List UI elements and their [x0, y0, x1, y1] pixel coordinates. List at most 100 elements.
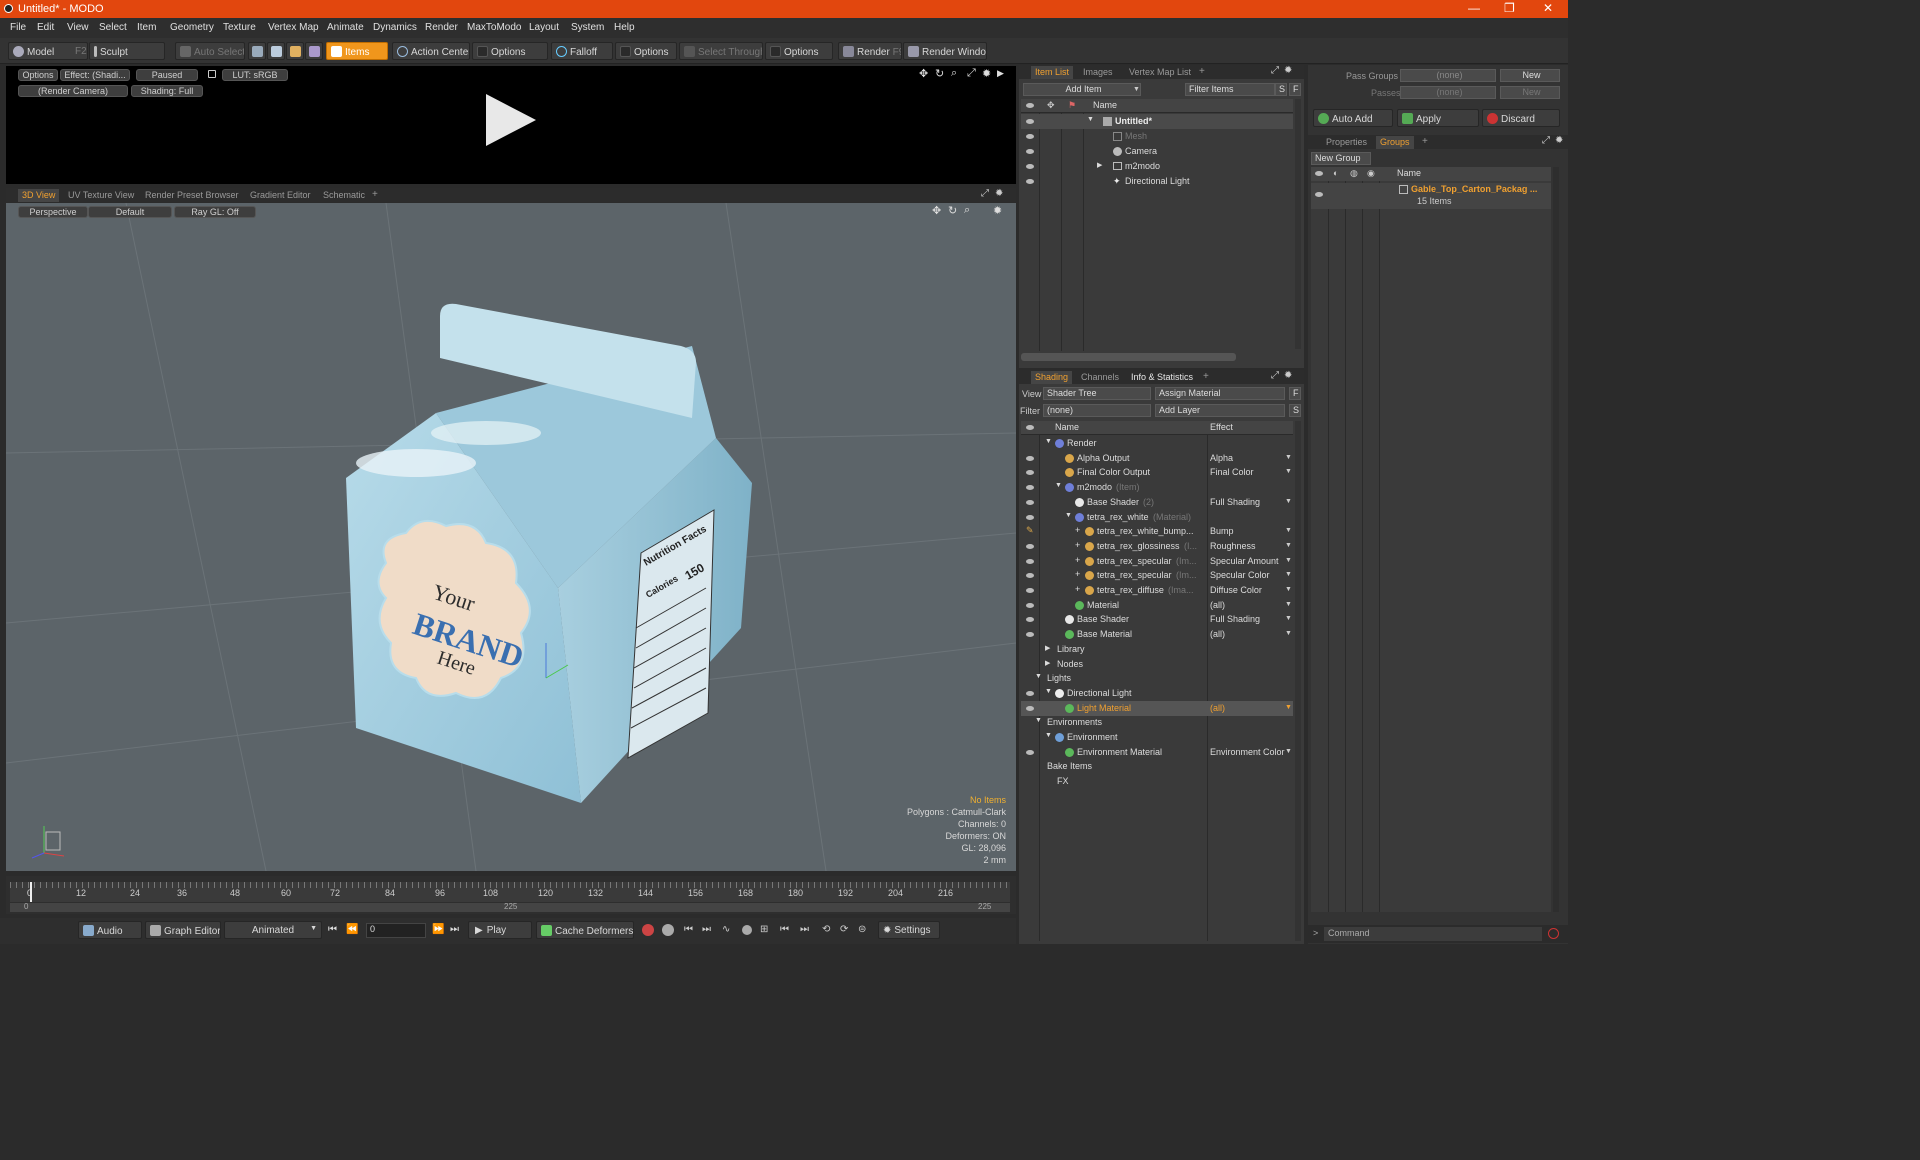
animated-dropdown[interactable]: Animated ▼ — [224, 921, 322, 939]
key-icon[interactable] — [642, 924, 654, 936]
gear-icon[interactable]: ✹ — [1284, 65, 1292, 76]
chevron-down-icon[interactable]: ▼ — [1285, 498, 1292, 505]
apply-button[interactable]: Apply — [1397, 109, 1479, 127]
preview-paused-button[interactable]: Paused — [136, 69, 198, 81]
preview-effect-dropdown[interactable]: Effect: (Shadi... — [60, 69, 130, 81]
chevron-down-icon[interactable]: ▼ — [1285, 704, 1292, 711]
frame-input[interactable]: 0 — [366, 923, 426, 938]
loop-icon[interactable]: ⟲ — [822, 924, 830, 935]
menu-item[interactable]: Item — [137, 22, 156, 33]
action-center-button[interactable]: Action Center — [392, 42, 470, 60]
triangle-down-icon[interactable]: ▼ — [1055, 482, 1062, 489]
shader-row[interactable]: Environment Material Environment Color ▼ — [1021, 745, 1293, 760]
vertical-scrollbar[interactable] — [1553, 167, 1559, 912]
shader-row[interactable]: ▼ tetra_rex_white (Material) — [1021, 510, 1293, 525]
falloff-options-button[interactable]: Options — [615, 42, 677, 60]
select-through-button[interactable]: Select Through — [679, 42, 763, 60]
graph-editor-button[interactable]: Graph Editor — [145, 921, 221, 939]
tab-channels[interactable]: Channels — [1077, 371, 1123, 384]
visibility-icon[interactable] — [1026, 149, 1034, 154]
discard-button[interactable]: Discard — [1482, 109, 1560, 127]
shader-row[interactable]: + tetra_rex_specular (Im... Specular Amount… — [1021, 554, 1293, 569]
plus-icon[interactable]: + — [1075, 540, 1080, 550]
preview-camera-dropdown[interactable]: (Render Camera) — [18, 85, 128, 97]
effect-column-header[interactable]: Effect — [1210, 422, 1233, 432]
move-icon[interactable]: ✥ — [932, 204, 941, 217]
vertical-scrollbar[interactable] — [1295, 421, 1301, 941]
visibility-icon[interactable] — [1026, 455, 1034, 461]
filter-icon[interactable]: ⊜ — [858, 924, 866, 935]
shader-row[interactable]: ▼ Directional Light — [1021, 686, 1293, 701]
menu-help[interactable]: Help — [614, 22, 635, 33]
visibility-icon[interactable] — [1026, 134, 1034, 139]
add-item-dropdown[interactable]: Add Item — [1023, 83, 1141, 96]
add-tab-icon[interactable]: + — [1422, 136, 1428, 147]
visibility-icon[interactable] — [1026, 543, 1034, 549]
shader-row[interactable]: ▼ Environment — [1021, 730, 1293, 745]
settings-button[interactable]: ✹ Settings — [878, 921, 940, 939]
shader-row[interactable]: ▼ Render — [1021, 436, 1293, 451]
plus-icon[interactable]: + — [1075, 555, 1080, 565]
sync-icon[interactable]: ⟳ — [840, 924, 848, 935]
command-history-icon[interactable] — [1548, 928, 1559, 939]
triangle-down-icon[interactable]: ▼ — [1035, 717, 1042, 724]
key-all-icon[interactable] — [662, 924, 674, 936]
shader-row[interactable]: FX — [1021, 774, 1293, 789]
preview-lut-dropdown[interactable]: LUT: sRGB — [222, 69, 288, 81]
menu-layout[interactable]: Layout — [529, 22, 559, 33]
tab-3d-view[interactable]: 3D View — [18, 189, 60, 202]
play-icon[interactable] — [482, 92, 538, 148]
visibility-icon[interactable] — [1026, 470, 1034, 476]
list-item[interactable]: ✦ Directional Light — [1021, 174, 1293, 189]
tab-item-list[interactable]: Item List — [1031, 66, 1074, 79]
prev-key-icon[interactable]: ⏮ — [684, 924, 693, 935]
new-pass-button[interactable]: New — [1500, 86, 1560, 99]
zoom-icon[interactable]: ⌕ — [951, 67, 957, 80]
maximize-view-icon[interactable]: ⤢ — [1271, 370, 1279, 381]
filter-s-button[interactable]: S — [1289, 404, 1301, 417]
new-group-button[interactable]: New Group — [1311, 152, 1371, 165]
pass-groups-dropdown[interactable]: (none) — [1400, 69, 1496, 82]
tab-uv-texture-view[interactable]: UV Texture View — [64, 189, 138, 202]
shader-row[interactable]: Base Shader (2) Full Shading ▼ — [1021, 495, 1293, 510]
auto-select-button[interactable]: Auto Select — [175, 42, 245, 60]
chevron-down-icon[interactable]: ▼ — [1285, 586, 1292, 593]
visibility-icon[interactable] — [1026, 749, 1034, 755]
shader-row[interactable]: + tetra_rex_diffuse (Ima... Diffuse Color ▼ — [1021, 583, 1293, 598]
filter-dropdown[interactable]: (none) — [1043, 404, 1151, 417]
menu-select[interactable]: Select — [99, 22, 127, 33]
shader-row[interactable]: Bake Items — [1021, 759, 1293, 774]
record-icon[interactable] — [742, 925, 752, 935]
skip-forward-icon[interactable]: ⏭ — [800, 924, 809, 935]
plus-icon[interactable]: + — [1075, 584, 1080, 594]
chevron-down-icon[interactable]: ▼ — [1285, 748, 1292, 755]
polygons-button[interactable] — [286, 42, 304, 60]
lock-icon[interactable] — [208, 70, 216, 78]
items-mode-button[interactable]: Items — [326, 42, 388, 60]
menu-maxtomodo[interactable]: MaxToModo — [467, 22, 521, 33]
next-key-icon[interactable]: ⏭ — [702, 924, 711, 935]
visibility-icon[interactable] — [1026, 164, 1034, 169]
skip-back-icon[interactable]: ⏮ — [780, 924, 789, 935]
tab-vertex-map-list[interactable]: Vertex Map List — [1125, 66, 1195, 79]
maximize-view-icon[interactable]: ⤢ — [981, 188, 989, 199]
chevron-down-icon[interactable]: ▼ — [1285, 630, 1292, 637]
edges-button[interactable] — [267, 42, 285, 60]
play-button[interactable]: ▶ Play — [468, 921, 532, 939]
tab-images[interactable]: Images — [1079, 66, 1117, 79]
shader-row[interactable]: + tetra_rex_specular (Im... Specular Color ▼ — [1021, 568, 1293, 583]
shader-row[interactable]: ▼ m2modo (Item) — [1021, 480, 1293, 495]
triangle-down-icon[interactable]: ▼ — [1045, 688, 1052, 695]
assign-material-button[interactable]: Assign Material — [1155, 387, 1285, 400]
visibility-icon[interactable] — [1026, 573, 1034, 579]
shader-row[interactable]: ▼ Lights — [1021, 671, 1293, 686]
step-forward-icon[interactable]: ⏩ — [432, 924, 444, 935]
vertices-button[interactable] — [248, 42, 266, 60]
visibility-icon[interactable] — [1026, 588, 1034, 593]
gear-icon[interactable]: ✹ — [1555, 135, 1563, 146]
add-tab-icon[interactable]: + — [1199, 66, 1205, 77]
render-window-button[interactable]: Render Window — [903, 42, 987, 60]
passes-dropdown[interactable]: (none) — [1400, 86, 1496, 99]
shader-row[interactable]: Final Color Output Final Color ▼ — [1021, 465, 1293, 480]
view-dropdown[interactable]: Shader Tree — [1043, 387, 1151, 400]
